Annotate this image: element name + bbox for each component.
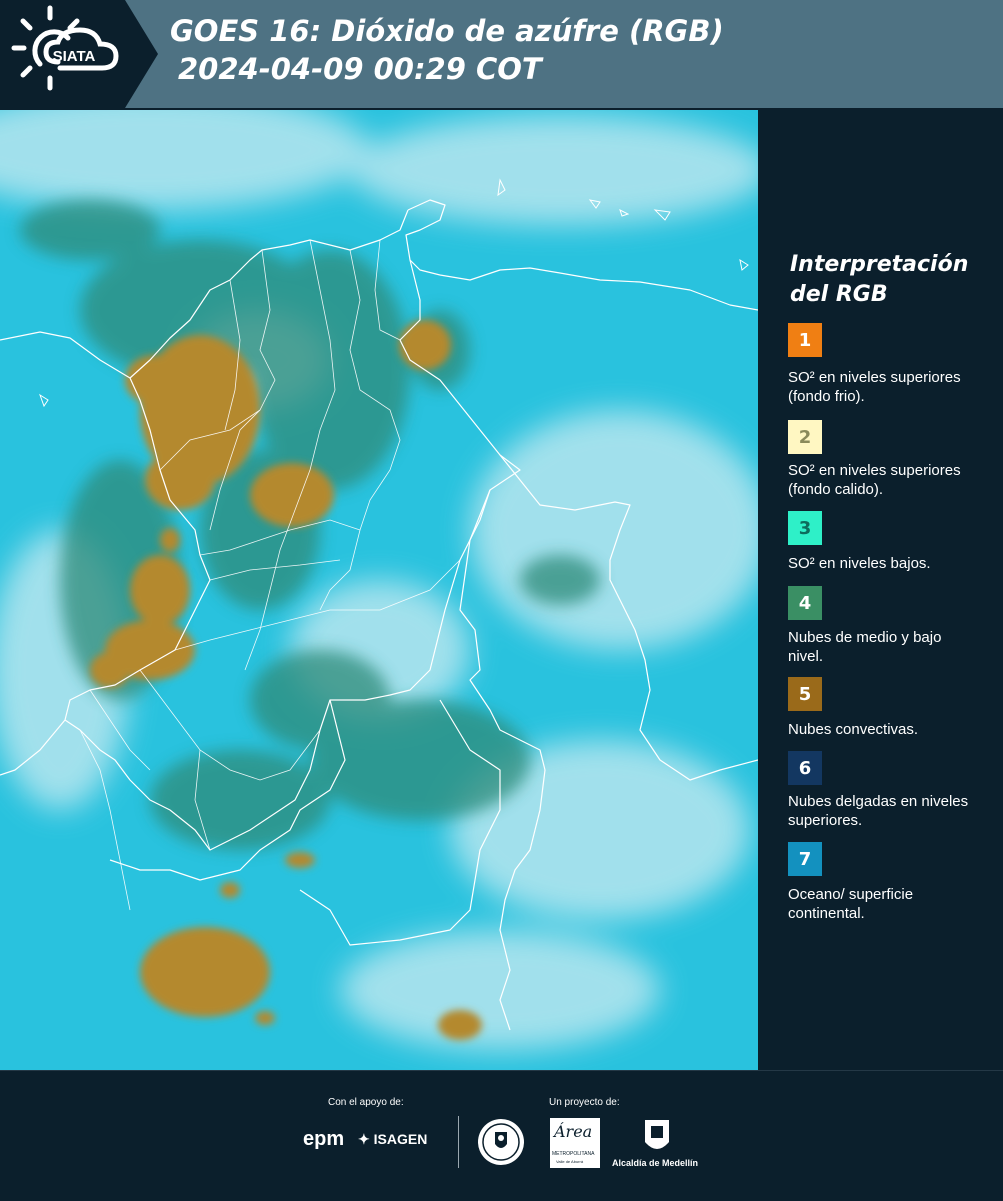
legend-swatch-7: 7 xyxy=(788,842,822,876)
medellin-seal-icon xyxy=(478,1119,524,1165)
legend-number-3: 3 xyxy=(798,517,812,539)
alcaldia-logo-text: Alcaldía de Medellín xyxy=(612,1158,699,1168)
legend-number-7: 7 xyxy=(798,848,812,870)
isagen-logo-text: ISAGEN xyxy=(373,1131,428,1147)
header-bar: SIATA GOES 16: Dióxido de azúfre (RGB) 2… xyxy=(0,0,1003,108)
area-metropolitana-sub: Valle de Aburrá xyxy=(556,1159,584,1164)
alcaldia-shield-icon xyxy=(645,1120,669,1149)
legend-text-7: Oceano/ superficie continental. xyxy=(788,886,914,922)
page-timestamp: 2024-04-09 00:29 COT xyxy=(178,52,542,86)
project-label: Un proyecto de: xyxy=(549,1097,620,1108)
legend-text-5: Nubes convectivas. xyxy=(788,721,919,738)
epm-logo: epm xyxy=(303,1128,344,1151)
legend-swatch-5: 5 xyxy=(788,677,822,711)
legend-title-line1: Interpretación xyxy=(790,252,969,277)
legend-number-5: 5 xyxy=(798,683,812,705)
legend-swatch-3: 3 xyxy=(788,511,822,545)
legend-number-6: 6 xyxy=(798,757,812,779)
epm-logo-text: epm xyxy=(303,1128,345,1150)
legend-swatch-4: 4 xyxy=(788,586,822,620)
area-metropolitana-brand: Área xyxy=(554,1122,593,1141)
siata-brand-text: SIATA xyxy=(53,48,96,65)
legend-text-4: Nubes de medio y bajo nivel. xyxy=(788,629,942,665)
legend-text-3: SO² en niveles bajos. xyxy=(788,555,931,572)
support-label: Con el apoyo de: xyxy=(328,1097,404,1108)
legend-swatch-6: 6 xyxy=(788,751,822,785)
legend-text-6: Nubes delgadas en niveles superiores. xyxy=(788,793,969,829)
legend-number-1: 1 xyxy=(798,329,812,351)
legend-swatch-2: 2 xyxy=(788,420,822,454)
legend-text-1: SO² en niveles superiores (fondo frio). xyxy=(788,369,961,405)
isagen-star-icon: ✦ xyxy=(358,1131,370,1147)
legend-swatch-1: 1 xyxy=(788,323,822,357)
satellite-map xyxy=(0,110,758,1070)
area-metropolitana-text: METROPOLITANA xyxy=(552,1151,595,1157)
legend-title: Interpretación del RGB xyxy=(790,250,990,310)
legend-number-4: 4 xyxy=(798,592,812,614)
page-title: GOES 16: Dióxido de azúfre (RGB) xyxy=(170,14,724,48)
isagen-logo: ✦ ISAGEN xyxy=(358,1131,427,1148)
area-metropolitana-logo: Área METROPOLITANA Valle de Aburrá xyxy=(550,1118,600,1168)
legend-number-2: 2 xyxy=(798,426,812,448)
legend-title-line2: del RGB xyxy=(790,282,888,307)
legend-text-2: SO² en niveles superiores (fondo calido)… xyxy=(788,462,961,498)
footer-divider xyxy=(458,1116,459,1168)
siata-logo-tab: SIATA xyxy=(0,0,158,108)
